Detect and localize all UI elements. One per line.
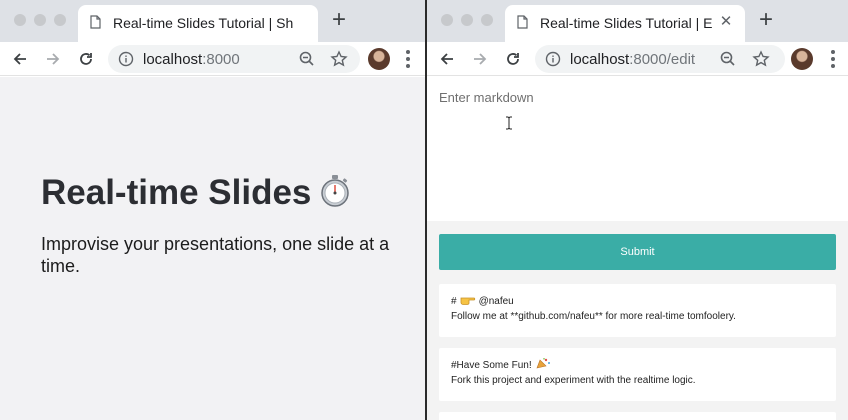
browser-window-show: Real-time Slides Tutorial | Show + local… bbox=[0, 0, 425, 420]
slide-card[interactable]: # @nafeu Follow me at **github.com/nafeu… bbox=[439, 284, 836, 337]
minimize-window-button[interactable] bbox=[34, 14, 46, 26]
minimize-window-button[interactable] bbox=[461, 14, 473, 26]
tab-title: Real-time Slides Tutorial | Show bbox=[113, 15, 293, 31]
more-menu-icon[interactable] bbox=[831, 50, 835, 68]
zoom-out-icon[interactable] bbox=[719, 50, 737, 68]
party-popper-icon bbox=[536, 358, 550, 369]
slide-card-heading: # @nafeu bbox=[451, 296, 514, 307]
markdown-input[interactable] bbox=[427, 77, 848, 221]
tab-strip: Real-time Slides Tutorial | Show + bbox=[0, 0, 425, 42]
url-text: localhost:8000 bbox=[143, 51, 240, 68]
url-text: localhost:8000/edit bbox=[570, 51, 696, 68]
slide-card-body: Fork this project and experiment with th… bbox=[451, 375, 696, 386]
text-cursor-icon bbox=[506, 116, 512, 130]
document-icon bbox=[517, 15, 528, 29]
close-window-button[interactable] bbox=[14, 14, 26, 26]
maximize-window-button[interactable] bbox=[481, 14, 493, 26]
slide-card[interactable] bbox=[439, 412, 836, 420]
address-bar[interactable]: localhost:8000/edit bbox=[535, 45, 785, 73]
slide-subtitle: Improvise your presentations, one slide … bbox=[41, 234, 390, 276]
avatar[interactable] bbox=[368, 48, 390, 70]
more-menu-icon[interactable] bbox=[406, 50, 410, 68]
slide-view: Real-time Slides Improvise your presenta… bbox=[0, 77, 425, 420]
reload-icon[interactable] bbox=[76, 49, 96, 69]
info-icon[interactable] bbox=[545, 51, 561, 67]
slide-card-heading: #Have Some Fun! bbox=[451, 358, 824, 373]
info-icon[interactable] bbox=[118, 51, 134, 67]
close-window-button[interactable] bbox=[441, 14, 453, 26]
close-tab-icon[interactable]: ✕ bbox=[718, 14, 734, 30]
submit-button[interactable]: Submit bbox=[439, 234, 836, 270]
forward-arrow-icon[interactable] bbox=[43, 49, 63, 69]
slide-card[interactable]: #Have Some Fun! Fork this project and ex… bbox=[439, 348, 836, 401]
pointing-hand-icon bbox=[460, 297, 475, 305]
back-arrow-icon[interactable] bbox=[10, 49, 30, 69]
slide-card-body: Follow me at **github.com/nafeu** for mo… bbox=[451, 311, 736, 322]
tab-edit[interactable]: Real-time Slides Tutorial | Edit ✕ bbox=[505, 5, 745, 42]
tab-strip: Real-time Slides Tutorial | Edit ✕ + bbox=[427, 0, 848, 42]
zoom-out-icon[interactable] bbox=[298, 50, 316, 68]
forward-arrow-icon[interactable] bbox=[470, 49, 490, 69]
bookmark-star-icon[interactable] bbox=[752, 50, 770, 68]
new-tab-button[interactable]: + bbox=[327, 8, 351, 32]
document-icon bbox=[90, 15, 101, 29]
stopwatch-icon bbox=[321, 175, 350, 207]
new-tab-button[interactable]: + bbox=[754, 8, 778, 32]
editor-view: Submit # @nafeu Follow me at **github.co… bbox=[427, 77, 848, 420]
bookmark-star-icon[interactable] bbox=[330, 50, 348, 68]
browser-window-edit: Real-time Slides Tutorial | Edit ✕ + loc… bbox=[427, 0, 848, 420]
tab-show[interactable]: Real-time Slides Tutorial | Show bbox=[78, 5, 318, 42]
reload-icon[interactable] bbox=[503, 49, 523, 69]
address-bar[interactable]: localhost:8000 bbox=[108, 45, 360, 73]
browser-toolbar: localhost:8000 bbox=[0, 42, 425, 76]
maximize-window-button[interactable] bbox=[54, 14, 66, 26]
tab-title: Real-time Slides Tutorial | Edit bbox=[540, 15, 712, 31]
back-arrow-icon[interactable] bbox=[437, 49, 457, 69]
avatar[interactable] bbox=[791, 48, 813, 70]
browser-toolbar: localhost:8000/edit bbox=[427, 42, 848, 76]
slide-title: Real-time Slides bbox=[41, 173, 351, 213]
